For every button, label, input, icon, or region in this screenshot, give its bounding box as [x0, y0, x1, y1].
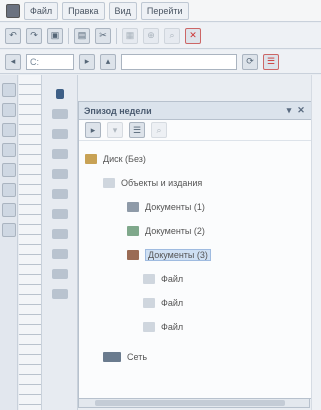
tool-text-icon[interactable] — [1, 143, 16, 157]
delete-icon[interactable]: ✕ — [185, 27, 201, 44]
tree-node-doc-3[interactable]: Документы (3) — [79, 243, 311, 267]
redo-icon[interactable]: ↷ — [26, 27, 42, 44]
file-icon — [143, 322, 155, 332]
expand-icon[interactable]: ▸ — [85, 122, 101, 138]
tool-zoom-icon[interactable] — [1, 183, 16, 197]
folder-tree-panel: Эпизод недели ▾ ✕ ▸ ▾ ☰ ⌕ Диск (Без) Объ… — [78, 101, 312, 399]
menu-item-file[interactable]: Файл — [24, 1, 59, 20]
side-row-icon — [51, 229, 68, 239]
tree-node-label: Сеть — [127, 352, 148, 362]
collapse-icon[interactable]: ▾ — [107, 122, 123, 138]
side-row-icon — [51, 109, 68, 119]
drive-combo-value: C: — [30, 56, 39, 67]
tree-node-label: Файл — [161, 298, 184, 308]
pin-icon[interactable]: ▾ — [284, 105, 294, 116]
navigation-toolbar: ◂ C: ▸ ▴ ⟳ ☰ — [0, 50, 321, 74]
group-icon — [103, 178, 115, 188]
print-icon[interactable]: ▦ — [122, 27, 138, 44]
tree-node-label: Файл — [161, 322, 184, 332]
forward-icon[interactable]: ▸ — [79, 53, 95, 70]
filter-icon[interactable]: ⌕ — [151, 122, 167, 138]
tool-hand-icon[interactable] — [1, 203, 16, 217]
side-row-icon — [51, 289, 68, 299]
folder-tree: Диск (Без) Объекты и издания Документы (… — [79, 141, 311, 369]
address-combo[interactable] — [121, 53, 237, 70]
app-menu-icon[interactable] — [6, 3, 20, 18]
search-icon[interactable]: ⌕ — [164, 27, 180, 44]
menu-item-edit[interactable]: Правка — [62, 1, 105, 20]
menu-bar: Файл Правка Вид Перейти — [0, 0, 321, 22]
tree-node-label: Документы (1) — [145, 202, 205, 212]
undo-icon[interactable]: ↶ — [5, 27, 21, 44]
paste-icon[interactable]: ▤ — [74, 27, 90, 44]
right-edge — [311, 75, 321, 410]
tree-node-file[interactable]: Файл — [79, 291, 311, 315]
tool-shape-icon[interactable] — [1, 163, 16, 177]
side-row-icon — [51, 209, 68, 219]
drive-combo[interactable]: C: — [26, 53, 74, 70]
side-row-icon — [51, 189, 68, 199]
vertical-ruler — [19, 75, 42, 410]
list-view-icon[interactable]: ☰ — [129, 122, 145, 138]
horizontal-scrollbar[interactable] — [78, 398, 310, 408]
tool-measure-icon[interactable] — [1, 223, 16, 237]
tree-node-doc-1[interactable]: Документы (1) — [79, 195, 311, 219]
copy-icon[interactable]: ▣ — [47, 27, 63, 44]
tool-select-icon[interactable] — [1, 103, 16, 117]
file-icon — [143, 274, 155, 284]
network-icon — [103, 352, 121, 362]
tree-node-label: Диск (Без) — [103, 154, 146, 164]
side-row-icon — [51, 129, 68, 139]
folder-icon — [85, 154, 97, 164]
tree-node-network[interactable]: Сеть — [79, 345, 311, 369]
doc-icon — [127, 226, 139, 236]
side-row-icon — [51, 249, 68, 259]
close-icon[interactable]: ✕ — [296, 105, 306, 116]
cut-icon[interactable]: ✂ — [95, 27, 111, 44]
zoom-icon[interactable]: ⊕ — [143, 27, 159, 44]
doc-icon — [127, 250, 139, 260]
tree-node-label: Документы (3) — [145, 249, 211, 261]
tree-node-label: Объекты и издания — [121, 178, 203, 188]
tree-node-label: Документы (2) — [145, 226, 205, 236]
tree-node-doc-2[interactable]: Документы (2) — [79, 219, 311, 243]
back-icon[interactable]: ◂ — [5, 53, 21, 70]
scrollbar-thumb[interactable] — [95, 400, 285, 406]
panel-title: Эпизод недели — [84, 105, 152, 116]
views-icon[interactable]: ☰ — [263, 53, 279, 70]
toolbar-separator — [116, 27, 117, 44]
toolbar-separator — [68, 27, 69, 44]
tool-move-icon[interactable] — [1, 123, 16, 137]
main-toolbar: ↶ ↷ ▣ ▤ ✂ ▦ ⊕ ⌕ ✕ — [0, 23, 321, 49]
panel-toolbar: ▸ ▾ ☰ ⌕ — [79, 120, 311, 141]
tree-node-disk[interactable]: Диск (Без) — [79, 147, 311, 171]
refresh-icon[interactable]: ⟳ — [242, 53, 258, 70]
side-row-icon — [51, 169, 68, 179]
doc-icon — [127, 202, 139, 212]
side-row-icon — [51, 149, 68, 159]
menu-item-view[interactable]: Вид — [108, 1, 137, 20]
left-toolstrip — [0, 75, 18, 410]
menu-item-go[interactable]: Перейти — [140, 1, 189, 20]
panel-header: Эпизод недели ▾ ✕ — [79, 102, 311, 120]
tool-pointer-icon[interactable] — [1, 83, 16, 97]
tree-node-group[interactable]: Объекты и издания — [79, 171, 311, 195]
side-column — [42, 75, 78, 410]
tree-node-file[interactable]: Файл — [79, 267, 311, 291]
side-row-icon — [51, 269, 68, 279]
tree-node-file[interactable]: Файл — [79, 315, 311, 339]
up-icon[interactable]: ▴ — [100, 53, 116, 70]
tree-node-label: Файл — [161, 274, 184, 284]
file-icon — [143, 298, 155, 308]
side-marker-icon — [55, 89, 64, 99]
